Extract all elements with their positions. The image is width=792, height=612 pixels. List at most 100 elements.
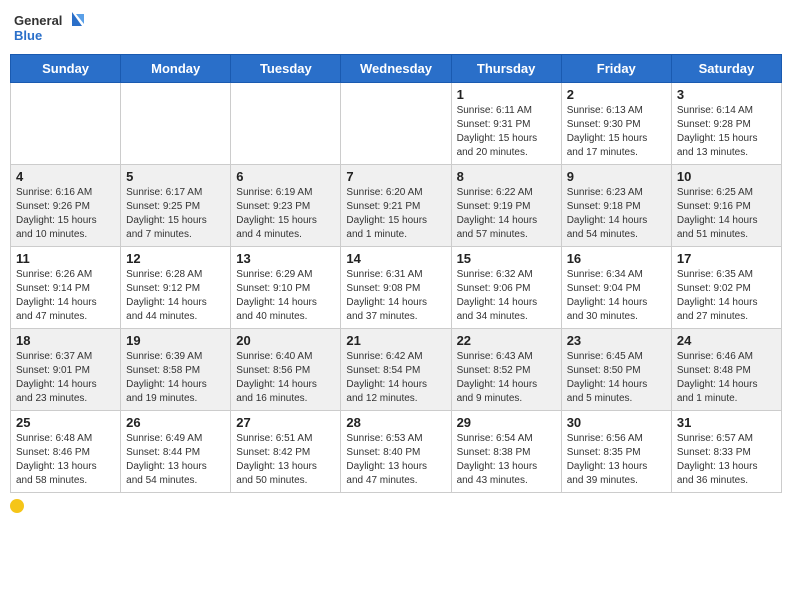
day-number: 4 (16, 169, 115, 184)
day-number: 28 (346, 415, 445, 430)
day-number: 22 (457, 333, 556, 348)
day-info: Sunrise: 6:23 AM Sunset: 9:18 PM Dayligh… (567, 186, 666, 242)
day-info: Sunrise: 6:40 AM Sunset: 8:56 PM Dayligh… (236, 350, 335, 406)
day-number: 9 (567, 169, 666, 184)
day-number: 18 (16, 333, 115, 348)
calendar-cell: 10 Sunrise: 6:25 AM Sunset: 9:16 PM Dayli… (671, 165, 781, 247)
day-number: 17 (677, 251, 776, 266)
day-info: Sunrise: 6:17 AM Sunset: 9:25 PM Dayligh… (126, 186, 225, 242)
day-number: 8 (457, 169, 556, 184)
weekday-header: Sunday (11, 55, 121, 83)
day-number: 20 (236, 333, 335, 348)
day-number: 10 (677, 169, 776, 184)
day-info: Sunrise: 6:32 AM Sunset: 9:06 PM Dayligh… (457, 268, 556, 324)
day-number: 16 (567, 251, 666, 266)
calendar-cell: 27Sunrise: 6:51 AM Sunset: 8:42 PM Dayli… (231, 411, 341, 493)
calendar-cell (231, 83, 341, 165)
day-info: Sunrise: 6:16 AM Sunset: 9:26 PM Dayligh… (16, 186, 115, 242)
calendar-cell: 23Sunrise: 6:45 AM Sunset: 8:50 PM Dayli… (561, 329, 671, 411)
day-number: 27 (236, 415, 335, 430)
footer-note (10, 499, 782, 513)
day-info: Sunrise: 6:53 AM Sunset: 8:40 PM Dayligh… (346, 432, 445, 488)
day-number: 25 (16, 415, 115, 430)
calendar-cell: 2Sunrise: 6:13 AM Sunset: 9:30 PM Daylig… (561, 83, 671, 165)
calendar-cell: 26 Sunrise: 6:49 AM Sunset: 8:44 PM Dayli… (121, 411, 231, 493)
day-info: Sunrise: 6:25 AM Sunset: 9:16 PM Dayligh… (677, 186, 776, 242)
calendar-cell: 1 Sunrise: 6:11 AM Sunset: 9:31 PM Daylig… (451, 83, 561, 165)
calendar-cell (11, 83, 121, 165)
calendar-cell: 18 Sunrise: 6:37 AM Sunset: 9:01 PM Dayli… (11, 329, 121, 411)
logo-svg: General Blue (14, 10, 84, 46)
calendar-body: 1 Sunrise: 6:11 AM Sunset: 9:31 PM Daylig… (11, 83, 782, 493)
day-info: Sunrise: 6:43 AM Sunset: 8:52 PM Dayligh… (457, 350, 556, 406)
svg-text:Blue: Blue (14, 28, 42, 43)
calendar-cell: 19 Sunrise: 6:39 AM Sunset: 8:58 PM Dayli… (121, 329, 231, 411)
calendar-cell: 31 Sunrise: 6:57 AM Sunset: 8:33 PM Dayli… (671, 411, 781, 493)
day-info: Sunrise: 6:45 AM Sunset: 8:50 PM Dayligh… (567, 350, 666, 406)
calendar-cell (121, 83, 231, 165)
weekday-row: SundayMondayTuesdayWednesdayThursdayFrid… (11, 55, 782, 83)
calendar: SundayMondayTuesdayWednesdayThursdayFrid… (10, 54, 782, 493)
day-info: Sunrise: 6:26 AM Sunset: 9:14 PM Dayligh… (16, 268, 115, 324)
logo: General Blue (14, 10, 84, 46)
day-info: Sunrise: 6:22 AM Sunset: 9:19 PM Dayligh… (457, 186, 556, 242)
day-info: Sunrise: 6:11 AM Sunset: 9:31 PM Dayligh… (457, 104, 556, 160)
calendar-cell: 16 Sunrise: 6:34 AM Sunset: 9:04 PM Dayli… (561, 247, 671, 329)
day-number: 5 (126, 169, 225, 184)
calendar-week: 1 Sunrise: 6:11 AM Sunset: 9:31 PM Daylig… (11, 83, 782, 165)
calendar-week: 11Sunrise: 6:26 AM Sunset: 9:14 PM Dayli… (11, 247, 782, 329)
day-info: Sunrise: 6:56 AM Sunset: 8:35 PM Dayligh… (567, 432, 666, 488)
calendar-cell: 7 Sunrise: 6:20 AM Sunset: 9:21 PM Daylig… (341, 165, 451, 247)
day-number: 6 (236, 169, 335, 184)
calendar-cell: 3Sunrise: 6:14 AM Sunset: 9:28 PM Daylig… (671, 83, 781, 165)
weekday-header: Tuesday (231, 55, 341, 83)
calendar-cell: 29 Sunrise: 6:54 AM Sunset: 8:38 PM Dayli… (451, 411, 561, 493)
day-info: Sunrise: 6:57 AM Sunset: 8:33 PM Dayligh… (677, 432, 776, 488)
day-info: Sunrise: 6:20 AM Sunset: 9:21 PM Dayligh… (346, 186, 445, 242)
day-info: Sunrise: 6:35 AM Sunset: 9:02 PM Dayligh… (677, 268, 776, 324)
header: General Blue (10, 10, 782, 46)
day-number: 24 (677, 333, 776, 348)
day-info: Sunrise: 6:54 AM Sunset: 8:38 PM Dayligh… (457, 432, 556, 488)
weekday-header: Saturday (671, 55, 781, 83)
day-info: Sunrise: 6:37 AM Sunset: 9:01 PM Dayligh… (16, 350, 115, 406)
calendar-cell: 4 Sunrise: 6:16 AM Sunset: 9:26 PM Daylig… (11, 165, 121, 247)
calendar-header: SundayMondayTuesdayWednesdayThursdayFrid… (11, 55, 782, 83)
calendar-cell: 28 Sunrise: 6:53 AM Sunset: 8:40 PM Dayli… (341, 411, 451, 493)
day-info: Sunrise: 6:19 AM Sunset: 9:23 PM Dayligh… (236, 186, 335, 242)
day-number: 7 (346, 169, 445, 184)
weekday-header: Friday (561, 55, 671, 83)
calendar-cell: 21Sunrise: 6:42 AM Sunset: 8:54 PM Dayli… (341, 329, 451, 411)
day-number: 26 (126, 415, 225, 430)
day-number: 29 (457, 415, 556, 430)
calendar-cell: 30Sunrise: 6:56 AM Sunset: 8:35 PM Dayli… (561, 411, 671, 493)
day-number: 31 (677, 415, 776, 430)
calendar-week: 4 Sunrise: 6:16 AM Sunset: 9:26 PM Daylig… (11, 165, 782, 247)
day-info: Sunrise: 6:28 AM Sunset: 9:12 PM Dayligh… (126, 268, 225, 324)
calendar-cell: 25 Sunrise: 6:48 AM Sunset: 8:46 PM Dayli… (11, 411, 121, 493)
calendar-cell: 22 Sunrise: 6:43 AM Sunset: 8:52 PM Dayli… (451, 329, 561, 411)
calendar-cell: 8 Sunrise: 6:22 AM Sunset: 9:19 PM Daylig… (451, 165, 561, 247)
day-info: Sunrise: 6:13 AM Sunset: 9:30 PM Dayligh… (567, 104, 666, 160)
day-info: Sunrise: 6:14 AM Sunset: 9:28 PM Dayligh… (677, 104, 776, 160)
day-info: Sunrise: 6:29 AM Sunset: 9:10 PM Dayligh… (236, 268, 335, 324)
day-number: 1 (457, 87, 556, 102)
calendar-cell: 17 Sunrise: 6:35 AM Sunset: 9:02 PM Dayli… (671, 247, 781, 329)
day-info: Sunrise: 6:39 AM Sunset: 8:58 PM Dayligh… (126, 350, 225, 406)
day-info: Sunrise: 6:34 AM Sunset: 9:04 PM Dayligh… (567, 268, 666, 324)
calendar-cell: 9 Sunrise: 6:23 AM Sunset: 9:18 PM Daylig… (561, 165, 671, 247)
svg-text:General: General (14, 13, 62, 28)
weekday-header: Thursday (451, 55, 561, 83)
day-number: 19 (126, 333, 225, 348)
day-info: Sunrise: 6:49 AM Sunset: 8:44 PM Dayligh… (126, 432, 225, 488)
daylight-icon (10, 499, 24, 513)
day-number: 14 (346, 251, 445, 266)
calendar-cell: 11Sunrise: 6:26 AM Sunset: 9:14 PM Dayli… (11, 247, 121, 329)
day-info: Sunrise: 6:42 AM Sunset: 8:54 PM Dayligh… (346, 350, 445, 406)
calendar-cell: 14Sunrise: 6:31 AM Sunset: 9:08 PM Dayli… (341, 247, 451, 329)
day-info: Sunrise: 6:46 AM Sunset: 8:48 PM Dayligh… (677, 350, 776, 406)
calendar-cell: 15Sunrise: 6:32 AM Sunset: 9:06 PM Dayli… (451, 247, 561, 329)
calendar-cell: 20 Sunrise: 6:40 AM Sunset: 8:56 PM Dayli… (231, 329, 341, 411)
day-info: Sunrise: 6:48 AM Sunset: 8:46 PM Dayligh… (16, 432, 115, 488)
calendar-cell: 24 Sunrise: 6:46 AM Sunset: 8:48 PM Dayli… (671, 329, 781, 411)
